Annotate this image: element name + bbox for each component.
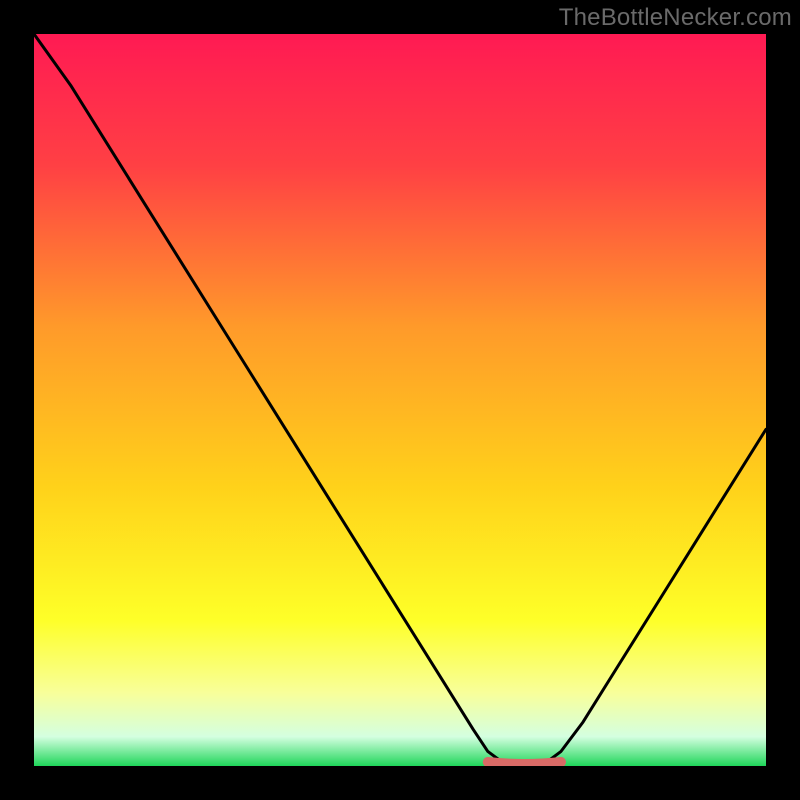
chart-svg: [0, 0, 800, 800]
plot-area: [34, 34, 766, 766]
optimal-range-marker: [488, 762, 561, 764]
attribution-watermark: TheBottleNecker.com: [559, 4, 792, 32]
chart-frame: TheBottleNecker.com: [0, 0, 800, 800]
